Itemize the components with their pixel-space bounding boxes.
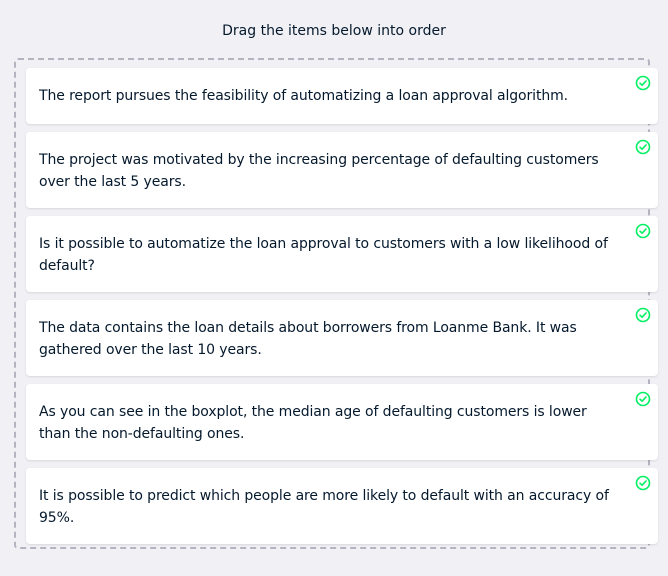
check-circle-icon: [635, 139, 651, 155]
draggable-item-4[interactable]: The data contains the loan details about…: [26, 300, 658, 376]
check-circle-icon: [635, 391, 651, 407]
item-text: As you can see in the boxplot, the media…: [39, 404, 587, 442]
check-circle-icon: [635, 475, 651, 491]
instruction-text: Drag the items below into order: [222, 23, 446, 39]
item-text: The project was motivated by the increas…: [39, 152, 599, 190]
check-circle-icon: [635, 307, 651, 323]
item-text: Is it possible to automatize the loan ap…: [39, 236, 608, 274]
item-text: The data contains the loan details about…: [39, 320, 577, 358]
item-text: The report pursues the feasibility of au…: [39, 88, 569, 104]
draggable-item-1[interactable]: The report pursues the feasibility of au…: [26, 68, 658, 124]
draggable-item-3[interactable]: Is it possible to automatize the loan ap…: [26, 216, 658, 292]
draggable-item-6[interactable]: It is possible to predict which people a…: [26, 468, 658, 544]
check-circle-icon: [635, 223, 651, 239]
item-text: It is possible to predict which people a…: [39, 488, 609, 526]
draggable-item-5[interactable]: As you can see in the boxplot, the media…: [26, 384, 658, 460]
drag-drop-zone: The report pursues the feasibility of au…: [14, 58, 658, 549]
draggable-item-2[interactable]: The project was motivated by the increas…: [26, 132, 658, 208]
check-circle-icon: [635, 75, 651, 91]
